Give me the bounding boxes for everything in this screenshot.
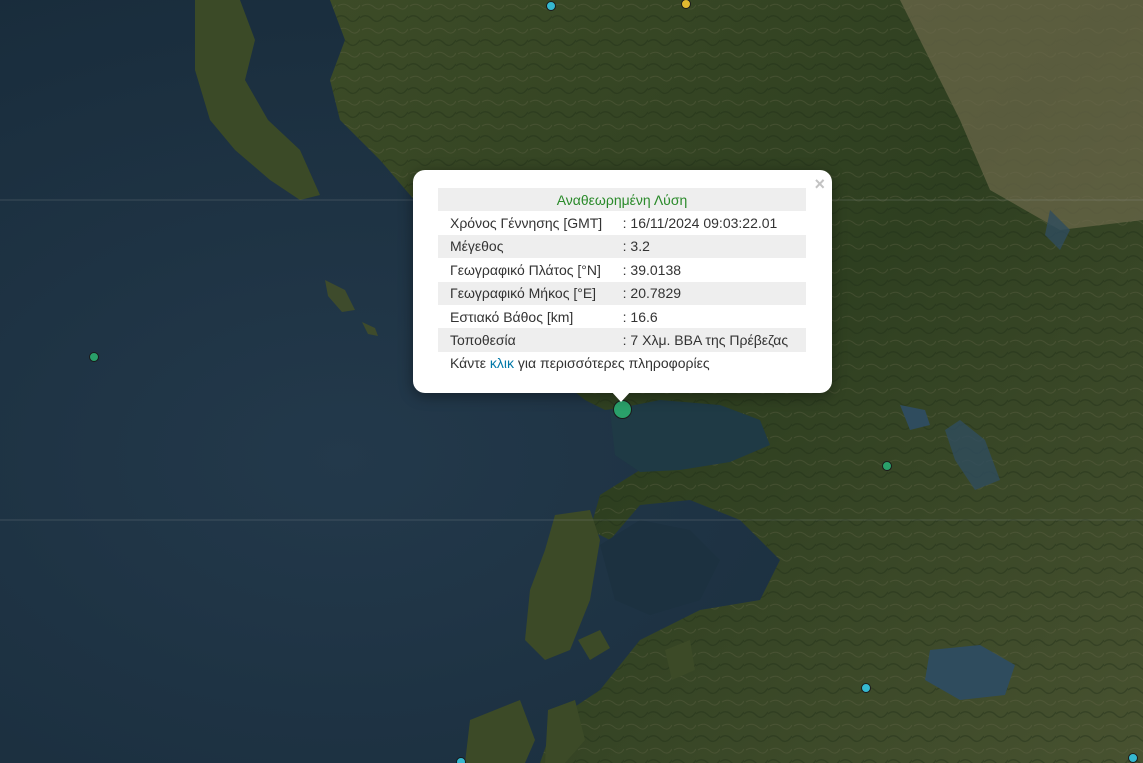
earthquake-details-table: Αναθεωρημένη Λύση Χρόνος Γέννησης [GMT] … (438, 188, 806, 352)
detail-label: Μέγεθος (438, 234, 620, 259)
detail-row-longitude: Γεωγραφικό Μήκος [°E] : 20.7829 (438, 281, 806, 305)
satellite-map[interactable]: × Αναθεωρημένη Λύση Χρόνος Γέννησης [GMT… (0, 0, 1143, 763)
detail-row-origin-time: Χρόνος Γέννησης [GMT] : 16/11/2024 09:03… (438, 211, 806, 234)
more-info-link[interactable]: κλικ (490, 355, 514, 371)
detail-label: Χρόνος Γέννησης [GMT] (450, 215, 603, 232)
detail-value: : 39.0138 (622, 261, 682, 278)
earthquake-marker-cyan[interactable] (861, 683, 871, 693)
more-info-prefix: Κάντε (450, 355, 490, 371)
detail-label: Γεωγραφικό Πλάτος [°N] (450, 261, 601, 278)
earthquake-marker-green[interactable] (882, 461, 892, 471)
earthquake-marker-cyan[interactable] (456, 757, 466, 763)
detail-label: Τοποθεσία (438, 328, 620, 352)
popup-title: Αναθεωρημένη Λύση (438, 188, 806, 212)
detail-value: : 16.6 (622, 308, 658, 325)
detail-row-location: Τοποθεσία : 7 Χλμ. ΒΒΑ της Πρέβεζας (438, 328, 806, 352)
earthquake-marker-cyan[interactable] (546, 1, 556, 11)
detail-row-depth: Εστιακό Βάθος [km] : 16.6 (438, 305, 806, 328)
earthquake-marker-selected[interactable] (613, 400, 632, 419)
detail-label: Γεωγραφικό Μήκος [°E] (438, 281, 620, 305)
detail-value: : 7 Χλμ. ΒΒΑ της Πρέβεζας (619, 328, 806, 352)
detail-value: : 20.7829 (619, 281, 806, 305)
earthquake-marker-green[interactable] (89, 352, 99, 362)
close-icon[interactable]: × (814, 175, 825, 193)
more-info-text: Κάντε κλικ για περισσότερες πληροφορίες (450, 355, 710, 371)
detail-value: : 16/11/2024 09:03:22.01 (622, 215, 778, 232)
detail-value: : 3.2 (619, 234, 806, 259)
more-info-suffix: για περισσότερες πληροφορίες (514, 355, 710, 371)
detail-row-latitude: Γεωγραφικό Πλάτος [°N] : 39.0138 (438, 258, 806, 281)
detail-row-magnitude: Μέγεθος : 3.2 (438, 234, 806, 259)
earthquake-marker-cyan[interactable] (1128, 753, 1138, 763)
detail-label: Εστιακό Βάθος [km] (450, 308, 574, 325)
popup-title-row: Αναθεωρημένη Λύση (438, 188, 806, 212)
popup-tip (610, 390, 632, 402)
